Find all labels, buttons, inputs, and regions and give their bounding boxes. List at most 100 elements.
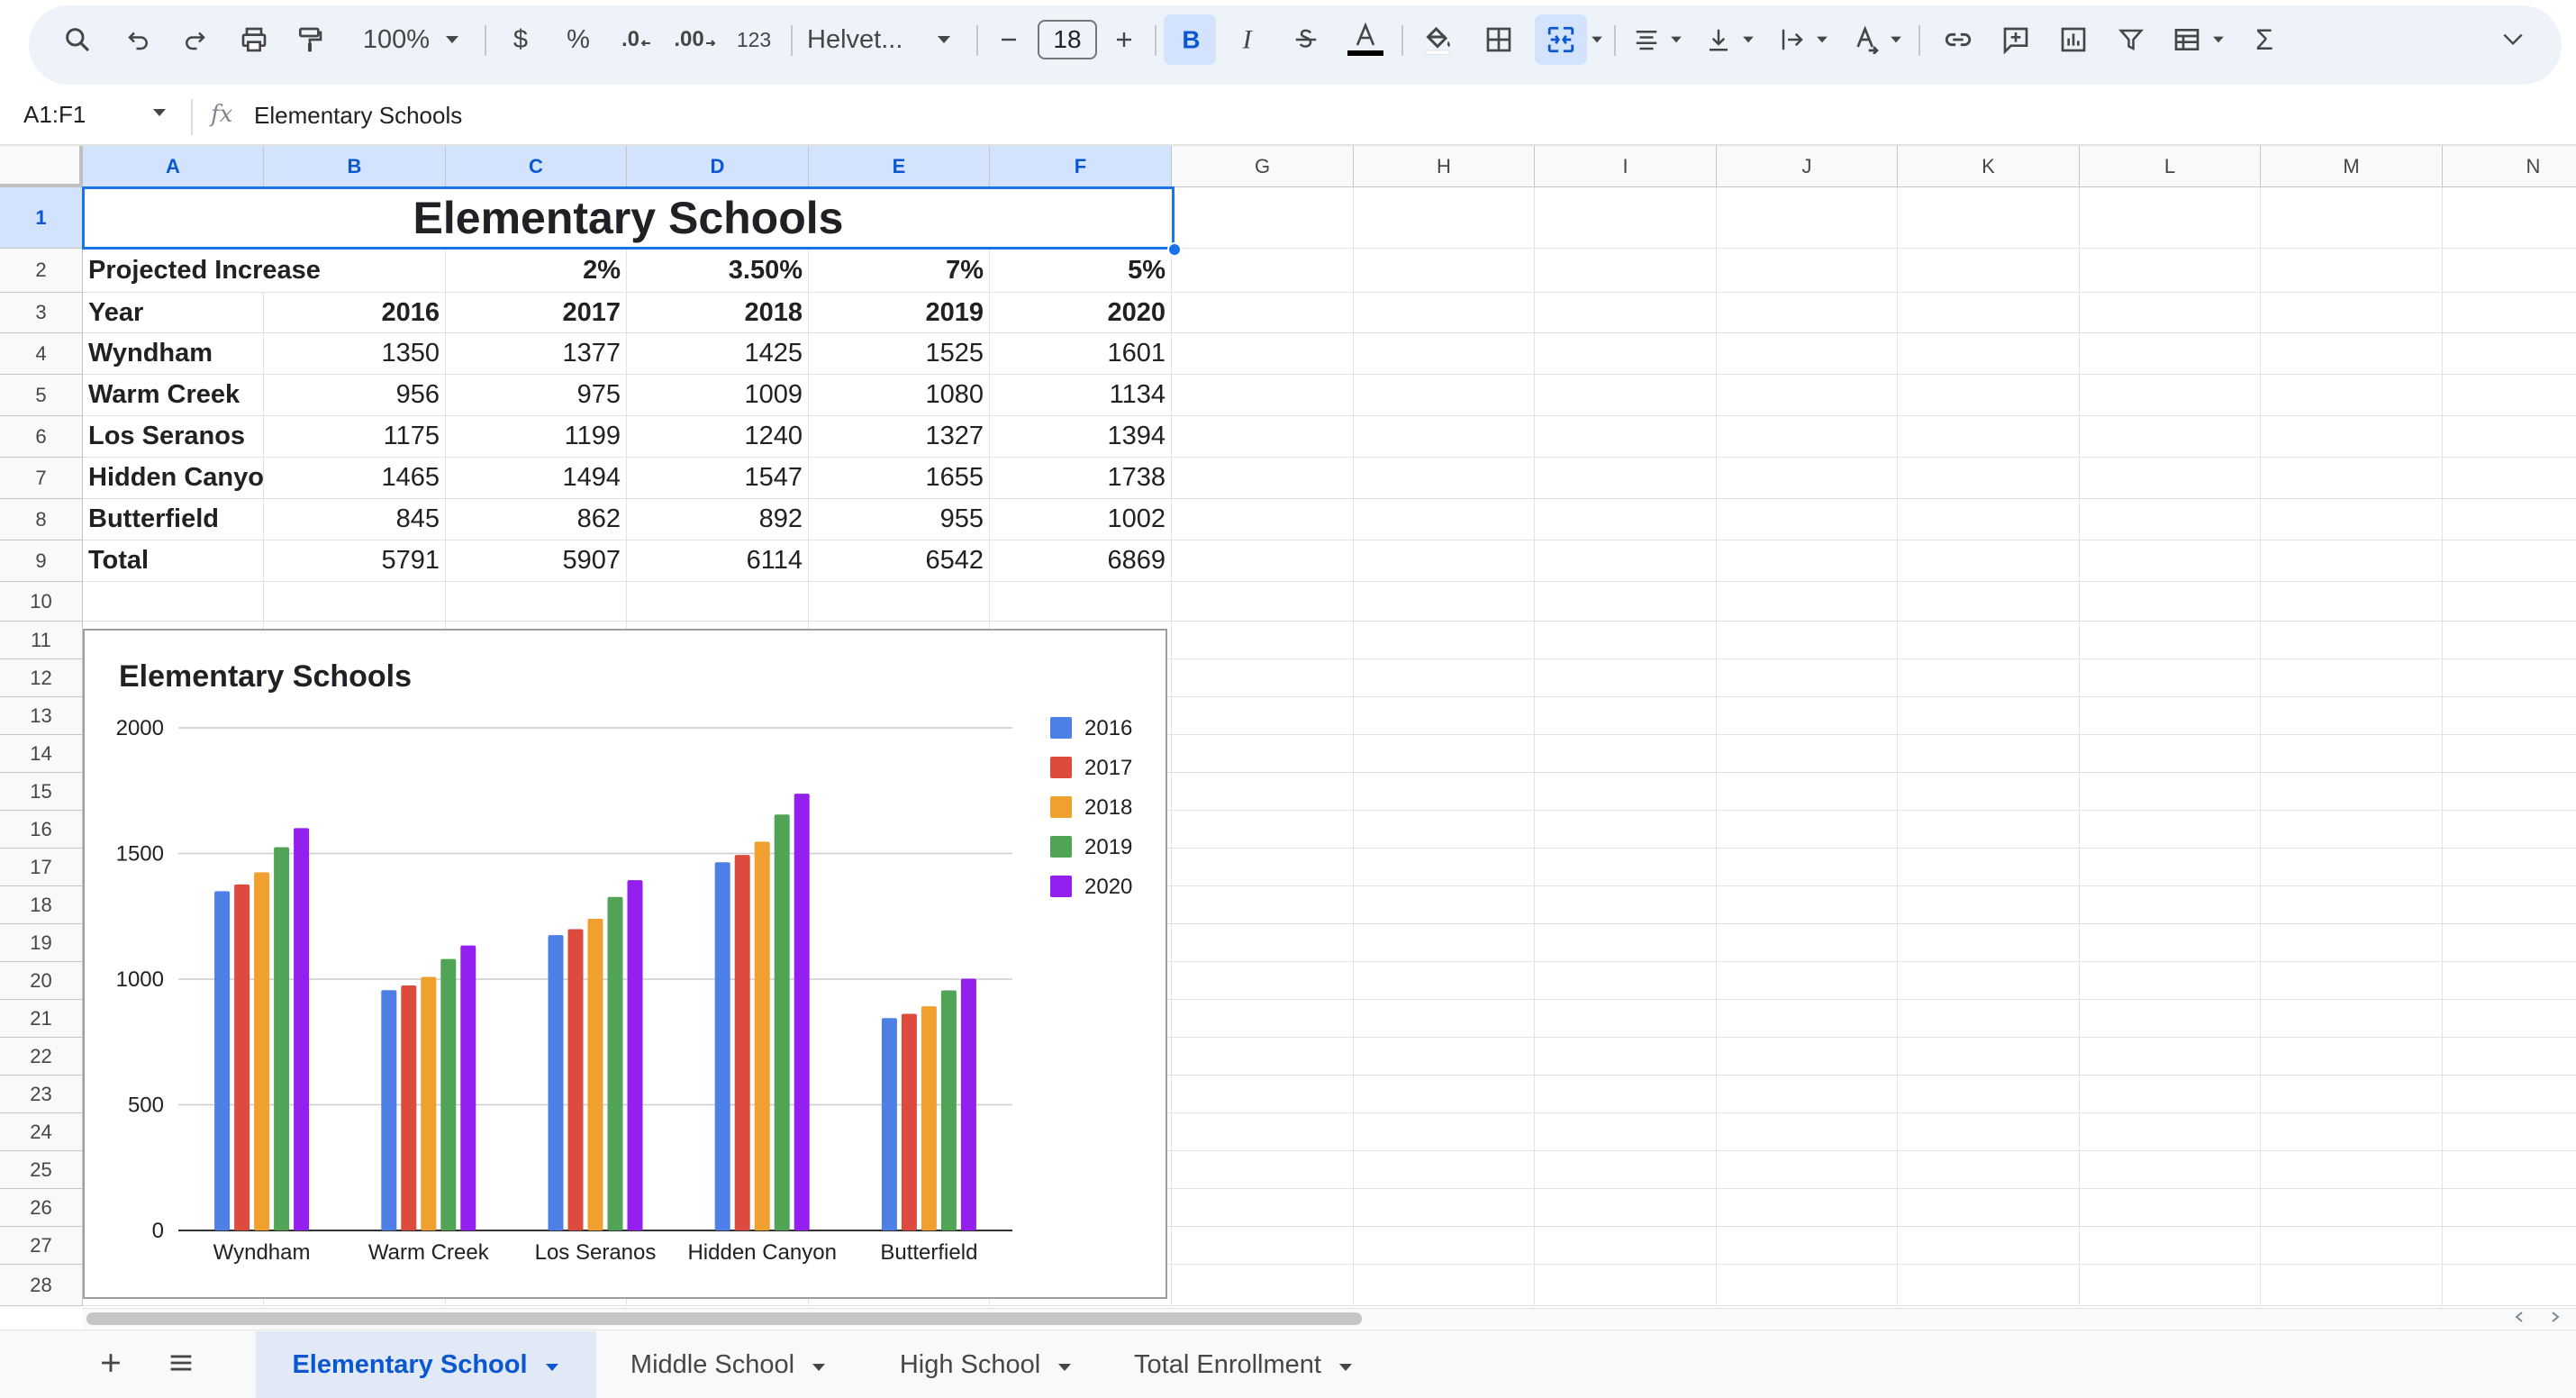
cell[interactable] [1354, 416, 1535, 458]
enrollment-value[interactable]: 1327 [809, 416, 990, 458]
cell[interactable] [1172, 886, 1354, 924]
cell[interactable] [1898, 375, 2080, 416]
cell[interactable] [1172, 811, 1354, 849]
cell[interactable] [1898, 811, 2080, 849]
cell[interactable] [1354, 924, 1535, 962]
cell[interactable] [1172, 659, 1354, 697]
column-header-a[interactable]: A [83, 146, 264, 187]
cell[interactable] [1717, 886, 1898, 924]
cell[interactable] [1354, 540, 1535, 582]
cell[interactable] [1354, 499, 1535, 540]
cell[interactable] [1717, 416, 1898, 458]
school-name[interactable]: Warm Creek [83, 375, 264, 416]
cell[interactable] [1535, 249, 1717, 293]
decrease-decimal-button[interactable]: .0 [614, 0, 659, 79]
enrollment-value[interactable]: 955 [809, 499, 990, 540]
cell[interactable] [2080, 1151, 2261, 1189]
cell[interactable] [1717, 1265, 1898, 1306]
column-header-l[interactable]: L [2080, 146, 2261, 187]
cell[interactable] [1172, 1189, 1354, 1227]
school-name[interactable]: Wyndham [83, 333, 264, 375]
horizontal-align-icon[interactable] [1627, 0, 1666, 79]
cell[interactable] [2261, 582, 2443, 622]
cell[interactable] [1535, 962, 1717, 1000]
cell[interactable] [2443, 458, 2576, 499]
row-header-8[interactable]: 8 [0, 499, 83, 540]
column-header-m[interactable]: M [2261, 146, 2443, 187]
scroll-right-arrow[interactable] [2549, 1310, 2562, 1329]
cell[interactable] [1354, 1189, 1535, 1227]
projected-increase-value[interactable]: 7% [809, 249, 990, 293]
cell[interactable] [2443, 1076, 2576, 1113]
chevron-down-icon[interactable] [1338, 1350, 1354, 1380]
cell[interactable] [1717, 622, 1898, 659]
cell[interactable] [1354, 697, 1535, 735]
cell[interactable] [1354, 1076, 1535, 1113]
column-header-n[interactable]: N [2443, 146, 2576, 187]
cell[interactable] [1354, 659, 1535, 697]
cell[interactable] [2080, 735, 2261, 773]
cell[interactable] [1535, 1076, 1717, 1113]
row-header-16[interactable]: 16 [0, 811, 83, 849]
column-header-b[interactable]: B [264, 146, 446, 187]
row-header-19[interactable]: 19 [0, 924, 83, 962]
cell[interactable] [1354, 293, 1535, 333]
cell[interactable] [2443, 375, 2576, 416]
column-header-h[interactable]: H [1354, 146, 1535, 187]
enrollment-value[interactable]: 956 [264, 375, 446, 416]
enrollment-value[interactable]: 1199 [446, 416, 627, 458]
cell[interactable] [1535, 773, 1717, 811]
cell[interactable] [2261, 1113, 2443, 1151]
cell[interactable] [2080, 499, 2261, 540]
cell[interactable] [2443, 249, 2576, 293]
table-view-icon[interactable] [2165, 0, 2209, 79]
row-header-4[interactable]: 4 [0, 333, 83, 375]
cell[interactable] [2261, 499, 2443, 540]
enrollment-value[interactable]: 892 [627, 499, 809, 540]
cell[interactable] [1717, 458, 1898, 499]
cell[interactable] [1898, 1113, 2080, 1151]
cell[interactable] [1717, 773, 1898, 811]
cell[interactable] [2080, 622, 2261, 659]
enrollment-value[interactable]: 1494 [446, 458, 627, 499]
projected-increase-value[interactable]: 2% [446, 249, 627, 293]
cell[interactable] [2080, 886, 2261, 924]
scroll-left-arrow[interactable] [2513, 1310, 2526, 1329]
cell[interactable] [2261, 416, 2443, 458]
fill-handle[interactable] [1167, 242, 1182, 257]
cell[interactable] [1354, 1227, 1535, 1265]
chevron-down-icon[interactable] [2209, 0, 2228, 79]
row-header-18[interactable]: 18 [0, 886, 83, 924]
row-header-21[interactable]: 21 [0, 1000, 83, 1038]
cell[interactable] [1535, 1189, 1717, 1227]
cell[interactable] [2443, 886, 2576, 924]
enrollment-value[interactable]: 1175 [264, 416, 446, 458]
cell[interactable] [2080, 773, 2261, 811]
cell[interactable] [1172, 333, 1354, 375]
cell[interactable] [2261, 849, 2443, 886]
cell[interactable] [2443, 1113, 2576, 1151]
cell[interactable] [1172, 1227, 1354, 1265]
cell[interactable] [2261, 458, 2443, 499]
all-sheets-menu-icon[interactable] [166, 1348, 196, 1383]
cell[interactable] [1535, 1000, 1717, 1038]
cell[interactable] [2261, 659, 2443, 697]
search-icon[interactable] [58, 0, 97, 79]
total-value[interactable]: 6869 [990, 540, 1172, 582]
cell[interactable] [627, 582, 809, 622]
print-icon[interactable] [232, 0, 276, 79]
row-header-5[interactable]: 5 [0, 375, 83, 416]
cell[interactable] [1898, 1151, 2080, 1189]
cell[interactable] [1172, 1151, 1354, 1189]
cell[interactable] [1354, 333, 1535, 375]
currency-format-button[interactable]: $ [503, 0, 539, 79]
cell[interactable] [264, 582, 446, 622]
cell[interactable] [2261, 293, 2443, 333]
enrollment-value[interactable]: 1425 [627, 333, 809, 375]
column-header-d[interactable]: D [627, 146, 809, 187]
cell[interactable] [1354, 886, 1535, 924]
year-label[interactable]: Year [83, 293, 264, 333]
cell[interactable] [1172, 622, 1354, 659]
cell[interactable] [2261, 773, 2443, 811]
cell[interactable] [2261, 333, 2443, 375]
